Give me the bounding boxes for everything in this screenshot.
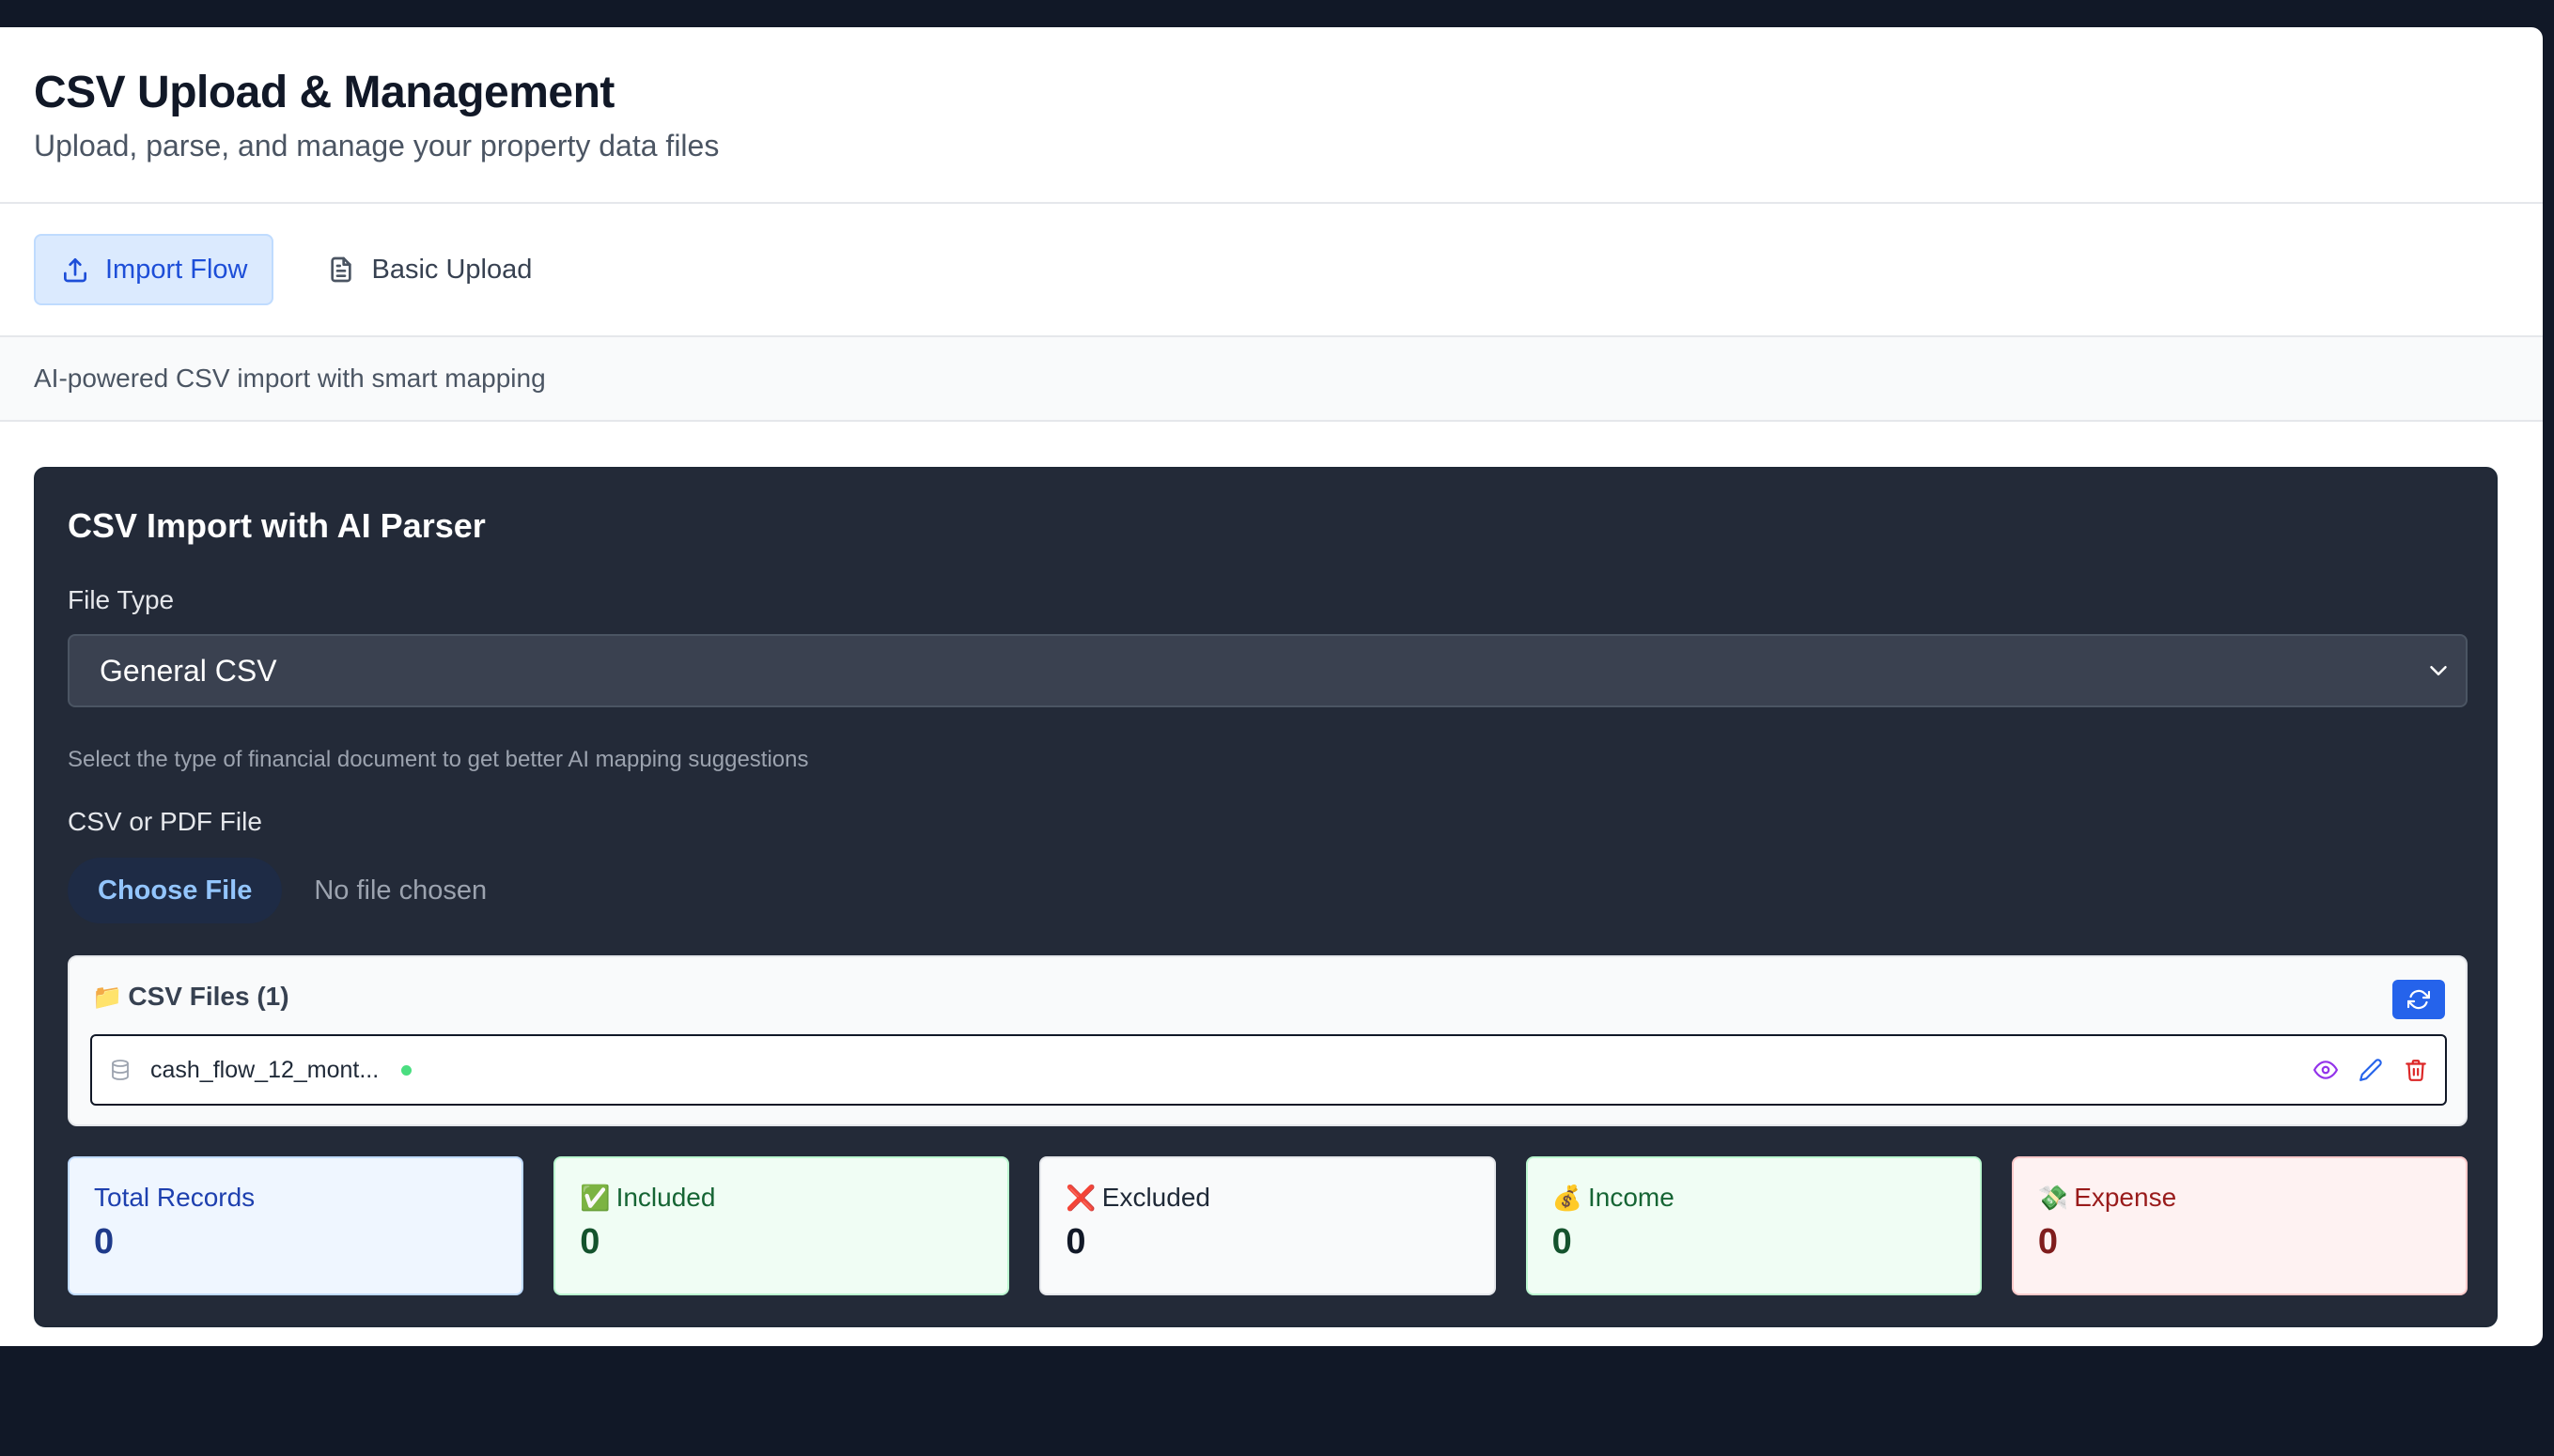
money-wings-icon: 💸 bbox=[2037, 1184, 2069, 1212]
tab-basic-upload[interactable]: Basic Upload bbox=[302, 234, 556, 305]
edit-button[interactable] bbox=[2359, 1058, 2383, 1082]
chevron-down-icon bbox=[2430, 666, 2447, 675]
stat-label: Total Records bbox=[94, 1183, 256, 1212]
view-button[interactable] bbox=[2313, 1058, 2338, 1082]
file-type-help: Select the type of financial document to… bbox=[68, 747, 809, 772]
csv-import-panel: CSV Import with AI Parser File Type Gene… bbox=[34, 467, 2498, 1327]
tab-description: AI-powered CSV import with smart mapping bbox=[0, 337, 2543, 422]
no-file-text: No file chosen bbox=[314, 875, 488, 906]
database-icon bbox=[112, 1060, 129, 1080]
upload-icon bbox=[64, 258, 86, 283]
file-name: cash_flow_12_mont... bbox=[150, 1056, 380, 1083]
refresh-button[interactable] bbox=[2392, 980, 2445, 1019]
stats-row: Total Records 0 ✅ Included 0 ❌ Excluded … bbox=[68, 1156, 2468, 1295]
stat-expense: 💸 Expense 0 bbox=[2011, 1156, 2468, 1295]
stat-value: 0 bbox=[2037, 1222, 2058, 1262]
check-icon: ✅ bbox=[580, 1184, 611, 1212]
tab-import-flow[interactable]: Import Flow bbox=[34, 234, 274, 305]
pencil-icon bbox=[2359, 1059, 2382, 1081]
stat-label-text: Excluded bbox=[1101, 1183, 1210, 1212]
tab-bar: Import Flow Basic Upload bbox=[0, 204, 2543, 337]
main-card: CSV Upload & Management Upload, parse, a… bbox=[0, 27, 2543, 1346]
page-subtitle: Upload, parse, and manage your property … bbox=[34, 129, 720, 163]
stat-value: 0 bbox=[94, 1222, 115, 1262]
file-type-select[interactable]: General CSV bbox=[68, 634, 2468, 707]
stat-label: ✅ Included bbox=[580, 1183, 983, 1213]
choose-file-button[interactable]: Choose File bbox=[68, 858, 283, 923]
stat-value: 0 bbox=[580, 1222, 600, 1262]
file-input-label: CSV or PDF File bbox=[68, 807, 262, 836]
stat-value: 0 bbox=[1551, 1222, 1572, 1262]
trash-icon bbox=[2406, 1060, 2426, 1081]
csv-files-title: CSV Files (1) bbox=[128, 982, 289, 1011]
stat-income: 💰 Income 0 bbox=[1525, 1156, 1982, 1295]
stat-label: 💰 Income bbox=[1552, 1183, 1955, 1213]
file-list-item[interactable]: cash_flow_12_mont... bbox=[90, 1034, 2447, 1106]
file-type-value: General CSV bbox=[100, 653, 277, 688]
folder-icon: 📁 bbox=[92, 983, 123, 1011]
refresh-icon bbox=[2407, 989, 2430, 1010]
stat-label-text: Income bbox=[1587, 1183, 1674, 1212]
stat-label: ❌ Excluded bbox=[1066, 1183, 1469, 1213]
document-icon bbox=[331, 256, 352, 283]
panel-title: CSV Import with AI Parser bbox=[68, 506, 486, 545]
money-bag-icon: 💰 bbox=[1551, 1184, 1582, 1212]
file-actions bbox=[2313, 1058, 2428, 1082]
csv-files-list: 📁 CSV Files (1) cash_flow_12_mont... bbox=[68, 955, 2468, 1126]
page-title: CSV Upload & Management bbox=[34, 68, 615, 117]
csv-files-header: 📁 CSV Files (1) bbox=[92, 982, 289, 1012]
tab-import-flow-label: Import Flow bbox=[105, 254, 248, 285]
stat-included: ✅ Included 0 bbox=[553, 1156, 1010, 1295]
stat-label-text: Included bbox=[615, 1183, 716, 1212]
cross-icon: ❌ bbox=[1066, 1184, 1097, 1212]
stat-label: 💸 Expense bbox=[2038, 1183, 2441, 1213]
tab-basic-upload-label: Basic Upload bbox=[371, 254, 533, 285]
file-input: Choose File No file chosen bbox=[68, 858, 487, 923]
stat-excluded: ❌ Excluded 0 bbox=[1039, 1156, 1496, 1295]
file-type-label: File Type bbox=[68, 585, 175, 614]
delete-button[interactable] bbox=[2404, 1058, 2428, 1082]
eye-icon bbox=[2313, 1061, 2338, 1079]
status-dot bbox=[401, 1064, 413, 1076]
stat-value: 0 bbox=[1066, 1222, 1086, 1262]
stat-total-records: Total Records 0 bbox=[68, 1156, 524, 1295]
stat-label-text: Expense bbox=[2074, 1183, 2177, 1212]
page-header: CSV Upload & Management Upload, parse, a… bbox=[0, 27, 2543, 204]
